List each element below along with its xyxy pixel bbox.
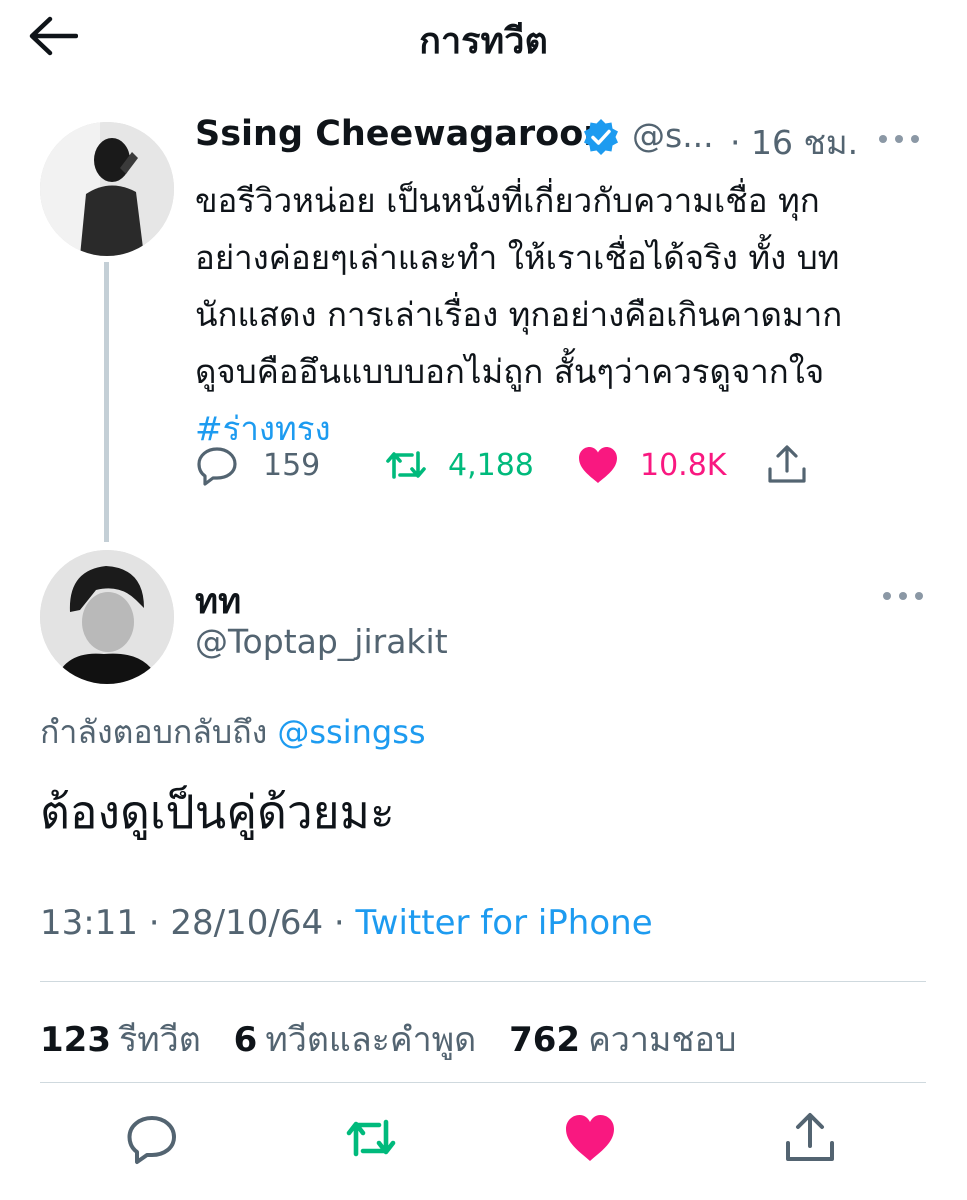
reply-action[interactable]: 159 <box>195 440 320 490</box>
quotes-count[interactable]: 6 <box>234 1020 258 1060</box>
divider <box>40 981 926 982</box>
retweet-icon[interactable] <box>343 1110 399 1166</box>
reply-author-name[interactable]: ทท <box>195 574 241 629</box>
tweet-text: ขอรีวิวหน่อย เป็นหนังที่เกี่ยวกับความเชื… <box>195 172 935 457</box>
page-title: การทวีต <box>419 21 548 62</box>
more-icon[interactable] <box>880 588 926 604</box>
retweet-action[interactable]: 4,188 <box>384 440 534 490</box>
tweet-text-line: ขอรีวิวหน่อย เป็นหนังที่เกี่ยวกับความเชื… <box>195 181 820 220</box>
reply-icon[interactable] <box>124 1110 180 1166</box>
retweets-label[interactable]: รีทวีต <box>119 1020 201 1060</box>
share-icon[interactable] <box>782 1110 838 1166</box>
tweet-time[interactable]: · 16 ชม. <box>730 116 858 169</box>
avatar[interactable] <box>40 122 174 256</box>
engagement-stats: 123 รีทวีต 6 ทวีตและคำพูด 762 ความชอบ <box>40 1012 758 1066</box>
quotes-label[interactable]: ทวีตและคำพูด <box>265 1020 476 1060</box>
share-icon <box>768 445 806 483</box>
author-name[interactable]: Ssing Cheewagaroon <box>195 114 608 154</box>
retweet-count: 4,188 <box>448 447 534 483</box>
replying-to-mention[interactable]: @ssingss <box>277 713 425 751</box>
tweet-timestamp: 13:11 · 28/10/64 · <box>40 903 356 943</box>
tweet-text-line: อย่างค่อยๆเล่าและทำ ให้เราเชื่อได้จริง ท… <box>195 238 840 277</box>
likes-count[interactable]: 762 <box>509 1020 580 1060</box>
like-icon[interactable] <box>562 1110 618 1166</box>
reply-icon <box>197 447 237 486</box>
tweet-text-line: นักแสดง การเล่าเรื่อง ทุกอย่างคือเกินคาด… <box>195 295 843 334</box>
verified-badge-icon <box>584 119 618 155</box>
reply-text: ต้องดูเป็นคู่ด้วยมะ <box>40 785 395 839</box>
likes-label[interactable]: ความชอบ <box>588 1020 736 1060</box>
share-action[interactable] <box>765 440 809 490</box>
avatar-photo <box>40 122 174 256</box>
more-icon[interactable] <box>876 131 922 147</box>
retweets-count[interactable]: 123 <box>40 1020 111 1060</box>
like-action[interactable]: 10.8K <box>576 440 726 490</box>
like-icon <box>579 447 617 483</box>
avatar-photo <box>40 550 174 684</box>
thread-line <box>104 262 109 542</box>
reply-count: 159 <box>263 447 321 483</box>
divider <box>40 1082 926 1083</box>
reply-author-handle[interactable]: @Toptap_jirakit <box>195 622 448 661</box>
like-count: 10.8K <box>640 447 727 483</box>
author-handle[interactable]: @s... <box>632 116 714 155</box>
tweet-text-line: ดูจบคืออึนแบบบอกไม่ถูก สั้นๆว่าควรดูจากใ… <box>195 352 825 391</box>
avatar[interactable] <box>40 550 174 684</box>
tweet-meta: 13:11 · 28/10/64 · Twitter for iPhone <box>40 903 653 943</box>
tweet-source-link[interactable]: Twitter for iPhone <box>356 903 653 943</box>
replying-to: กำลังตอบกลับถึง @ssingss <box>40 707 426 758</box>
replying-to-label: กำลังตอบกลับถึง <box>40 713 268 751</box>
retweet-icon <box>386 451 426 479</box>
